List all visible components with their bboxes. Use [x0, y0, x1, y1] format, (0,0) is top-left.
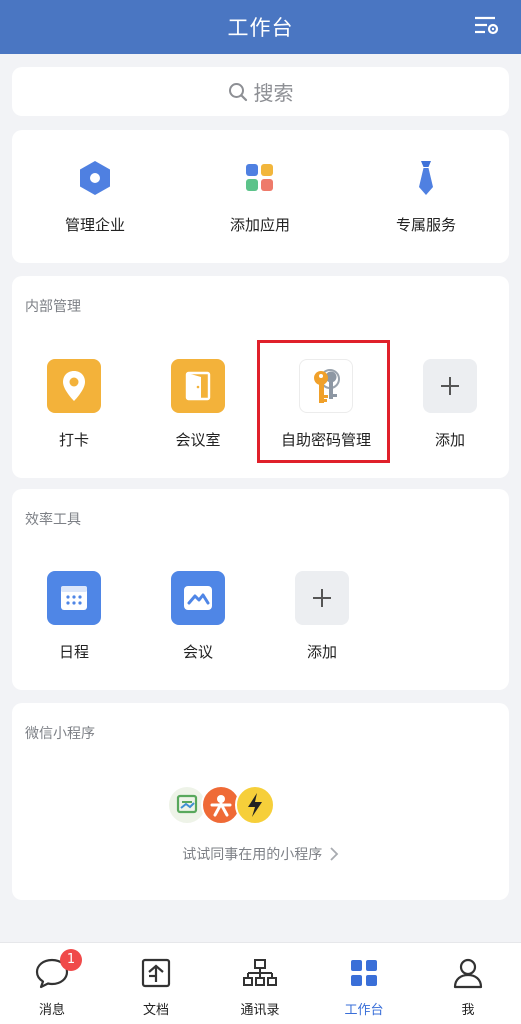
person-icon: [428, 955, 508, 991]
chevron-right-icon: [327, 847, 339, 863]
settings-icon[interactable]: [473, 14, 501, 38]
app-label: 添加: [306, 643, 337, 661]
meeting-app[interactable]: 会议: [143, 571, 253, 662]
tab-workbench[interactable]: 工作台: [324, 955, 404, 1018]
clock-in-app[interactable]: 打卡: [19, 359, 129, 450]
search-placeholder: 搜索: [253, 81, 294, 105]
efficiency-tools-card: 效率工具 日程 会议 添加: [12, 489, 509, 690]
mini-programs-card: 微信小程序 试试同事在用的小程序: [12, 703, 509, 900]
tab-label: 我: [461, 1003, 475, 1018]
workbench-grid-icon: [324, 955, 404, 991]
tab-label: 文档: [142, 1003, 169, 1018]
document-icon: [116, 955, 196, 991]
app-label: 会议室: [175, 431, 221, 449]
app-label: 打卡: [58, 431, 89, 449]
bottom-tab-bar: 1 消息 文档 通讯录 工作台 我: [0, 942, 521, 1024]
app-grid-icon: [190, 158, 330, 198]
tab-messages[interactable]: 1 消息: [12, 949, 92, 1018]
add-internal-app-button[interactable]: 添加: [395, 359, 505, 450]
hexagon-icon: [25, 158, 165, 198]
tab-label: 消息: [38, 1003, 65, 1018]
search-icon: [228, 82, 247, 101]
add-tool-button[interactable]: 添加: [267, 571, 377, 662]
tab-label: 通讯录: [240, 1003, 280, 1018]
manage-enterprise-button[interactable]: 管理企业: [25, 158, 165, 235]
lightning-icon: [235, 785, 275, 825]
app-label: 日程: [58, 643, 89, 661]
schedule-app[interactable]: 日程: [19, 571, 129, 662]
search-bar[interactable]: 搜索: [12, 67, 509, 116]
page-title: 工作台: [227, 16, 294, 40]
quick-action-label: 专属服务: [395, 216, 456, 234]
door-icon: [171, 359, 225, 413]
top-bar: 工作台: [0, 0, 521, 54]
section-title: 微信小程序: [25, 726, 95, 742]
plus-icon: [423, 359, 477, 413]
chat-bubble-icon: 1: [12, 949, 92, 991]
meeting-room-app[interactable]: 会议室: [143, 359, 253, 450]
app-label: 会议: [182, 643, 213, 661]
dedicated-service-button[interactable]: 专属服务: [356, 158, 496, 235]
unread-badge: 1: [60, 949, 82, 971]
hint-text: 试试同事在用的小程序: [182, 847, 323, 863]
org-chart-icon: [220, 955, 300, 991]
tab-documents[interactable]: 文档: [116, 955, 196, 1018]
mini-program-icons[interactable]: [167, 785, 275, 825]
tab-me[interactable]: 我: [428, 955, 508, 1018]
location-pin-icon: [47, 359, 101, 413]
app-label: 添加: [434, 431, 465, 449]
plus-icon: [295, 571, 349, 625]
section-title: 效率工具: [25, 512, 81, 528]
highlight-box: [257, 340, 390, 463]
tab-label: 工作台: [344, 1003, 384, 1018]
section-title: 内部管理: [25, 299, 81, 315]
meeting-icon: [171, 571, 225, 625]
quick-action-label: 添加应用: [229, 216, 290, 234]
mini-program-hint[interactable]: 试试同事在用的小程序: [12, 844, 509, 864]
add-app-button[interactable]: 添加应用: [190, 158, 330, 235]
tie-icon: [356, 158, 496, 198]
tab-contacts[interactable]: 通讯录: [220, 955, 300, 1018]
calendar-icon: [47, 571, 101, 625]
quick-actions-card: 管理企业 添加应用 专属服务: [12, 130, 509, 263]
quick-action-label: 管理企业: [64, 216, 125, 234]
